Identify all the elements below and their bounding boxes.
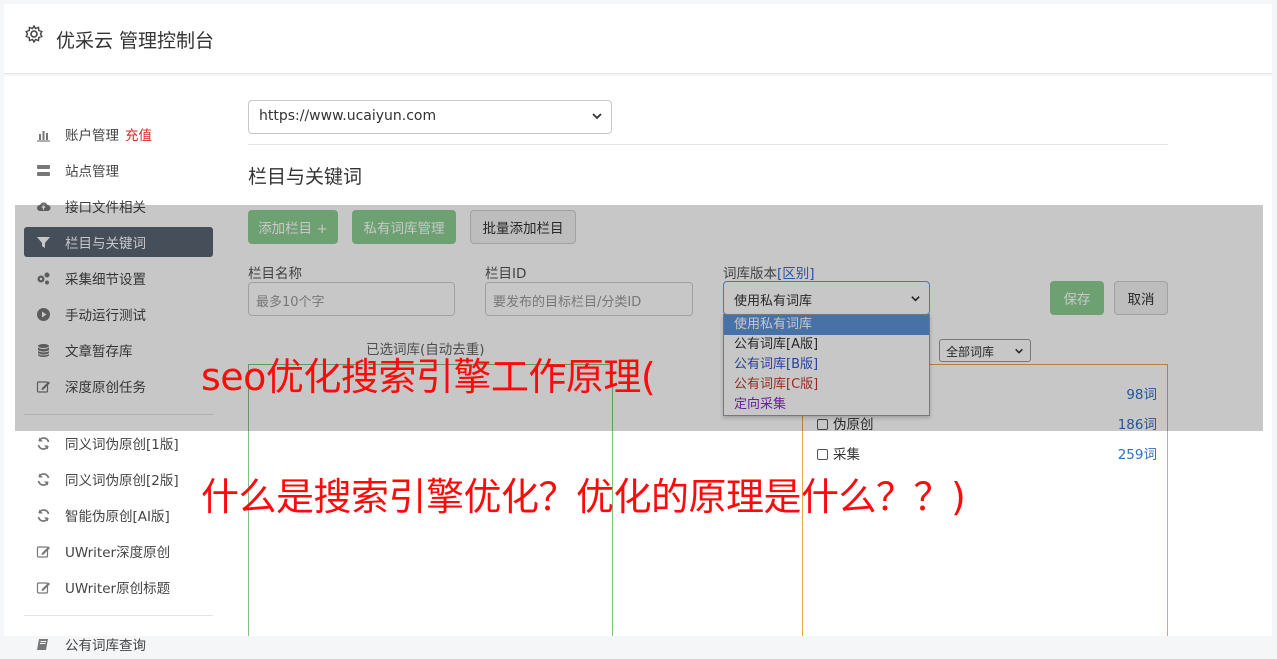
filter-icon	[37, 236, 50, 248]
private-lib-button[interactable]: 私有词库管理	[352, 210, 456, 244]
sidebar-item-label: 采集细节设置	[65, 272, 146, 288]
save-button[interactable]: 保存	[1050, 281, 1104, 315]
refresh-icon	[37, 508, 50, 522]
sidebar-item-account[interactable]: 账户管理 充值	[24, 119, 213, 149]
gear-icon	[25, 24, 43, 44]
site-select[interactable]: https://www.ucaiyun.com	[248, 100, 612, 134]
sidebar-item-label: 同义词伪原创[2版]	[65, 473, 179, 489]
sidebar-item-label: 接口文件相关	[65, 200, 146, 216]
chevron-down-icon	[1015, 348, 1023, 354]
sidebar-item-columns[interactable]: 栏目与关键词	[24, 227, 213, 257]
sidebar-item-label: 公有词库查询	[65, 638, 146, 654]
top-header: 优采云 管理控制台	[4, 4, 1272, 74]
sidebar-divider	[24, 615, 213, 616]
refresh-icon	[37, 472, 50, 486]
column-id-label: 栏目ID	[485, 266, 527, 282]
sidebar-item-sites[interactable]: 站点管理	[24, 155, 213, 185]
dropdown-option[interactable]: 公有词库[A版]	[724, 335, 929, 355]
version-select-value: 使用私有词库	[734, 294, 813, 309]
watermark-line-2: 什么是搜索引擎优化？优化的原理是什么？？)	[201, 475, 966, 519]
edit-icon	[36, 545, 50, 558]
lib-filter-select[interactable]: 全部词库	[939, 339, 1031, 362]
sidebar-item-synonym-v2[interactable]: 同义词伪原创[2版]	[24, 464, 213, 494]
server-icon	[37, 164, 50, 176]
batch-add-button[interactable]: 批量添加栏目	[470, 210, 576, 244]
database-icon	[37, 343, 50, 357]
column-id-input[interactable]: 要发布的目标栏目/分类ID	[485, 282, 693, 316]
version-diff-link[interactable]: [区别]	[777, 266, 815, 282]
sidebar-item-label: UWriter深度原创	[65, 545, 171, 561]
sidebar-item-label: 账户管理	[65, 128, 119, 144]
version-label-text: 词库版本	[723, 266, 777, 282]
lib-row[interactable]: 伪原创 186词	[817, 413, 1157, 433]
cloud-upload-icon	[37, 201, 51, 211]
sidebar-item-deep-original[interactable]: 深度原创任务	[24, 371, 213, 401]
column-name-label: 栏目名称	[248, 266, 302, 282]
bar-chart-icon	[37, 130, 50, 142]
edit-icon	[36, 380, 50, 393]
refresh-icon	[37, 436, 50, 450]
watermark-line-1: seo优化搜索引擎工作原理(	[201, 355, 656, 399]
sidebar-item-label: 同义词伪原创[1版]	[65, 437, 179, 453]
sidebar-item-label: 手动运行测试	[65, 308, 146, 324]
lib-filter-value: 全部词库	[946, 345, 995, 359]
sidebar-divider	[24, 414, 213, 415]
lib-name: 采集	[833, 447, 860, 463]
sidebar-item-uwriter-title[interactable]: UWriter原创标题	[24, 572, 213, 602]
version-select[interactable]: 使用私有词库	[723, 281, 930, 315]
cancel-button[interactable]: 取消	[1114, 281, 1168, 315]
sidebar-item-article-store[interactable]: 文章暂存库	[24, 335, 213, 365]
lib-name: 伪原创	[833, 417, 874, 433]
sidebar-item-label: UWriter原创标题	[65, 581, 171, 597]
sidebar-item-synonym-v1[interactable]: 同义词伪原创[1版]	[24, 428, 213, 458]
sidebar-item-public-lib[interactable]: 公有词库查询	[24, 629, 213, 659]
sidebar-item-interface[interactable]: 接口文件相关	[24, 191, 213, 221]
recharge-link[interactable]: 充值	[125, 124, 152, 144]
lib-count[interactable]: 186词	[1118, 413, 1157, 433]
lib-count[interactable]: 98词	[1126, 383, 1157, 403]
play-icon	[37, 307, 50, 321]
sidebar-item-collect-settings[interactable]: 采集细节设置	[24, 263, 213, 293]
gears-icon	[37, 272, 50, 284]
column-name-input[interactable]: 最多10个字	[248, 282, 455, 316]
lib-row[interactable]: 采集 259词	[817, 443, 1157, 463]
divider	[248, 144, 1168, 145]
dropdown-option[interactable]: 公有词库[C版]	[724, 375, 929, 395]
dropdown-option[interactable]: 定向采集	[724, 395, 929, 415]
edit-icon	[36, 581, 50, 594]
section-title: 栏目与关键词	[248, 166, 363, 188]
version-label: 词库版本[区别]	[723, 262, 815, 282]
sidebar-item-manual-test[interactable]: 手动运行测试	[24, 299, 213, 329]
lib-count[interactable]: 259词	[1118, 443, 1157, 463]
lib-checkbox[interactable]	[817, 419, 828, 430]
dropdown-option[interactable]: 使用私有词库	[724, 315, 929, 335]
chevron-down-icon	[592, 113, 602, 120]
sidebar-item-label: 栏目与关键词	[65, 236, 146, 252]
site-select-value: https://www.ucaiyun.com	[259, 108, 437, 124]
sidebar-item-uwriter-deep[interactable]: UWriter深度原创	[24, 536, 213, 566]
version-dropdown[interactable]: 使用私有词库 公有词库[A版] 公有词库[B版] 公有词库[C版] 定向采集	[723, 314, 930, 416]
book-icon	[37, 638, 48, 650]
sidebar-item-label: 智能伪原创[AI版]	[65, 509, 170, 525]
chevron-down-icon	[911, 296, 920, 302]
app-title: 优采云 管理控制台	[56, 30, 215, 52]
sidebar-item-label: 深度原创任务	[65, 380, 146, 396]
dropdown-option[interactable]: 公有词库[B版]	[724, 355, 929, 375]
sidebar-item-ai-rewrite[interactable]: 智能伪原创[AI版]	[24, 500, 213, 530]
lib-checkbox[interactable]	[817, 449, 828, 460]
sidebar-item-label: 站点管理	[65, 164, 119, 180]
add-column-button[interactable]: 添加栏目 +	[248, 210, 338, 244]
sidebar-item-label: 文章暂存库	[65, 344, 133, 360]
